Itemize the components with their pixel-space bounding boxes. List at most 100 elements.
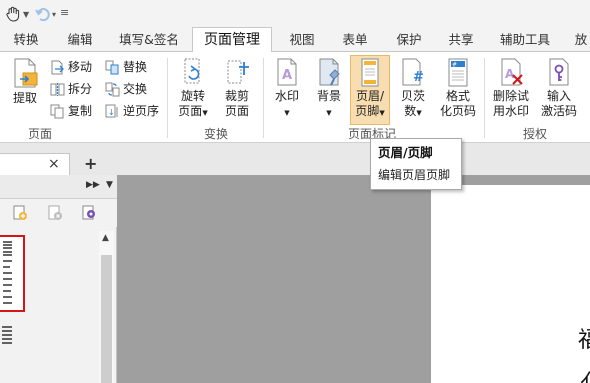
remove-trial-label-2: 用水印	[492, 104, 529, 118]
page-thumbnail[interactable]	[0, 323, 14, 349]
group-label-license: 授权	[522, 127, 547, 141]
format-label-1: 格式	[445, 89, 470, 103]
enter-activation-code-button[interactable]: 输入 激活码	[537, 57, 581, 119]
tooltip-title: 页眉/页脚	[378, 145, 433, 160]
page-thumbnail-selected[interactable]	[0, 235, 25, 312]
activate-label-2: 激活码	[540, 104, 577, 118]
group-divider	[484, 58, 485, 138]
document-tab[interactable]: ×	[0, 153, 70, 175]
watermark-button[interactable]: A 水印 ▼	[268, 57, 306, 121]
tab-fill-sign[interactable]: 填写&签名	[113, 28, 185, 52]
tab-edit[interactable]: 编辑	[58, 28, 102, 52]
extract-label: 提取	[12, 91, 37, 105]
move-button[interactable]: 移动	[50, 57, 92, 77]
close-tab-button[interactable]: ×	[48, 156, 60, 172]
tab-forms[interactable]: 表单	[335, 28, 375, 52]
chevron-down-icon[interactable]: ▾	[52, 10, 56, 19]
remove-trial-watermark-button[interactable]: A 删除试 用水印	[489, 57, 533, 119]
undo-icon[interactable]	[34, 5, 52, 23]
replace-page-icon	[105, 60, 119, 75]
rotate-label-1: 旋转	[180, 89, 205, 103]
collapse-panel-icon[interactable]: ▶▶	[86, 180, 100, 190]
page-properties-icon[interactable]	[81, 205, 97, 224]
group-label-pages: 页面	[27, 127, 52, 141]
move-label: 移动	[68, 60, 93, 74]
swap-label: 交换	[123, 82, 148, 96]
split-label: 拆分	[68, 82, 93, 96]
watermark-label: 水印	[274, 89, 299, 103]
copy-page-icon	[50, 104, 64, 119]
header-footer-label-1: 页眉/	[355, 89, 385, 103]
split-page-icon	[50, 83, 65, 96]
rotate-page-icon	[184, 58, 200, 84]
group-divider	[167, 58, 168, 138]
crop-pages-button[interactable]: 裁剪 页面	[218, 57, 256, 119]
panel-header: ▶▶ ▼	[0, 175, 117, 199]
thumbnail-panel: ▶▶ ▼ ▲	[0, 175, 117, 383]
split-button[interactable]: 拆分	[50, 79, 92, 99]
format-page-numbers-button[interactable]: # 格式 化页码	[436, 57, 480, 119]
document-tab-bar: × +	[0, 143, 590, 175]
header-footer-button[interactable]: 页眉/ 页脚▼	[350, 55, 390, 125]
bates-label-2: 数	[404, 104, 417, 118]
swap-pages-icon	[105, 82, 120, 97]
reverse-order-icon: ↓	[105, 104, 118, 118]
remove-watermark-icon: A	[501, 58, 523, 86]
format-page-number-icon: #	[448, 58, 468, 87]
scroll-up-icon[interactable]: ▲	[102, 233, 109, 243]
extract-icon	[14, 58, 38, 88]
svg-text:#: #	[452, 62, 457, 69]
tab-view[interactable]: 视图	[282, 28, 322, 52]
customize-menu-icon[interactable]: ≡	[60, 6, 69, 19]
group-divider	[263, 58, 264, 138]
quick-access-bar: ▼ ▾ ≡	[0, 0, 590, 28]
svg-text:#: #	[413, 70, 424, 85]
watermark-icon: A	[277, 58, 297, 86]
extract-button[interactable]: 提取	[6, 57, 44, 106]
bates-number-button[interactable]: # 贝茨 数▼	[394, 57, 432, 121]
panel-menu-icon[interactable]: ▼	[106, 180, 113, 190]
replace-button[interactable]: 替换	[105, 57, 147, 77]
format-label-2: 化页码	[439, 104, 476, 118]
reverse-order-button[interactable]: ↓ 逆页序	[105, 101, 159, 121]
svg-text:A: A	[282, 68, 292, 83]
tab-protect[interactable]: 保护	[389, 28, 429, 52]
delete-page-icon[interactable]	[47, 205, 63, 224]
background-button[interactable]: 背景 ▼	[310, 57, 348, 121]
page-text-fragment: 亻	[580, 365, 590, 383]
rotate-label-2: 页面	[178, 104, 203, 118]
thumbnail-toolbar	[0, 199, 117, 227]
crop-page-icon	[227, 60, 249, 84]
rotate-pages-button[interactable]: 旋转 页面▼	[174, 57, 212, 121]
bates-label-1: 贝茨	[400, 89, 425, 103]
header-footer-label-2: 页脚	[355, 104, 380, 118]
background-icon	[319, 58, 340, 86]
tab-share[interactable]: 共享	[441, 28, 481, 52]
scrollbar-thumb[interactable]	[101, 255, 112, 383]
group-label-transform: 变换	[203, 127, 228, 141]
replace-label: 替换	[123, 60, 148, 74]
document-page: 福 亻	[431, 185, 590, 383]
crop-label-2: 页面	[224, 104, 249, 118]
tab-more[interactable]: 放	[572, 28, 590, 52]
chevron-down-icon[interactable]: ▼	[23, 10, 29, 19]
tab-accessibility[interactable]: 辅助工具	[494, 28, 556, 52]
insert-page-icon[interactable]	[12, 205, 28, 224]
add-tab-button[interactable]: +	[84, 154, 97, 173]
svg-text:↓: ↓	[108, 108, 115, 117]
crop-label-1: 裁剪	[224, 89, 249, 103]
hand-tool-icon[interactable]	[4, 5, 22, 23]
header-footer-icon	[361, 58, 379, 87]
background-label: 背景	[316, 89, 341, 103]
tab-page-management[interactable]: 页面管理	[192, 27, 272, 53]
svg-text:A: A	[505, 67, 515, 81]
bates-number-icon: #	[402, 58, 424, 86]
swap-button[interactable]: 交换	[105, 79, 147, 99]
activation-key-icon	[549, 58, 569, 86]
header-footer-tooltip: 页眉/页脚 编辑页眉页脚	[370, 138, 462, 190]
tooltip-description: 编辑页眉页脚	[378, 168, 451, 182]
move-page-icon	[51, 60, 64, 75]
remove-trial-label-1: 删除试	[492, 89, 529, 103]
tab-convert[interactable]: 转换	[4, 28, 48, 52]
copy-button[interactable]: 复制	[50, 101, 92, 121]
